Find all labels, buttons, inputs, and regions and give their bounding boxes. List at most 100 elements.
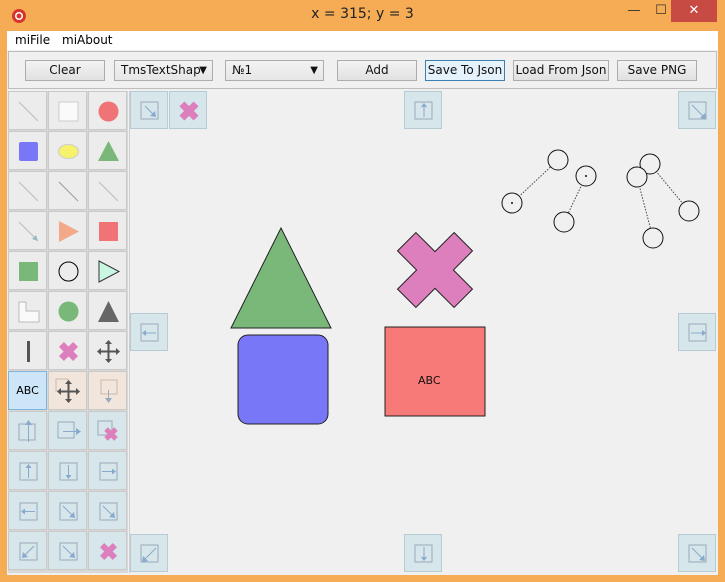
palette-teal-cross[interactable] [88, 411, 127, 450]
green-square-icon [19, 262, 38, 281]
arrow-right-icon [57, 421, 81, 439]
palette-arrow-line[interactable] [8, 211, 47, 250]
line-icon [18, 181, 39, 202]
palette-green-square[interactable] [8, 251, 47, 290]
shape-palette: ABC [8, 91, 128, 573]
load-from-json-button[interactable]: Load From Json [513, 60, 609, 81]
green-triangle-icon [98, 141, 119, 161]
palette-teal-up[interactable] [8, 411, 47, 450]
gray-triangle-icon [98, 301, 119, 322]
blue-rounded-rect-shape[interactable] [237, 334, 329, 425]
palette-corner-shape[interactable] [8, 291, 47, 330]
client-area: miFile miAbout Clear TmsTextShap ▼ №1 ▼ Ad… [7, 31, 718, 575]
node-graph-right[interactable] [626, 153, 700, 249]
shape-number-value: №1 [232, 63, 253, 77]
palette-teal-right[interactable] [48, 411, 87, 450]
chevron-down-icon: ▼ [310, 65, 318, 76]
arrow-left-icon [140, 323, 159, 342]
line-icon [58, 181, 79, 202]
palette-teal-left[interactable] [8, 491, 47, 530]
arrow-down-icon [59, 462, 78, 481]
palette-line-4[interactable] [88, 171, 127, 210]
handle-bottom-left[interactable] [130, 534, 168, 572]
palette-teal-down[interactable] [48, 451, 87, 490]
shape-number-select[interactable]: №1 ▼ [225, 60, 324, 81]
palette-circle[interactable] [48, 251, 87, 290]
menu-bar: miFile miAbout [7, 31, 718, 50]
palette-teal-up-2[interactable] [8, 451, 47, 490]
rect-text-label: ABC [418, 374, 441, 387]
save-png-button[interactable]: Save PNG [617, 60, 697, 81]
palette-green-triangle[interactable] [88, 131, 127, 170]
arrow-down-icon [414, 544, 433, 563]
blue-square-icon [19, 142, 38, 161]
yellow-ellipse-icon [58, 144, 79, 159]
palette-teal-pink-cross[interactable] [88, 531, 127, 570]
handle-middle-right[interactable] [678, 313, 716, 351]
line-icon [98, 181, 119, 202]
palette-empty-square[interactable] [48, 91, 87, 130]
palette-vertical-bar[interactable] [8, 331, 47, 370]
drawing-canvas[interactable]: ABC [129, 91, 717, 573]
palette-line[interactable] [8, 91, 47, 130]
green-triangle-shape[interactable] [230, 226, 332, 329]
palette-salmon-triangle[interactable] [48, 211, 87, 250]
canvas-shapes [230, 149, 700, 425]
save-to-json-button[interactable]: Save To Json [425, 60, 505, 81]
palette-teal-diag-left[interactable] [8, 531, 47, 570]
handle-bottom-right[interactable] [678, 534, 716, 572]
palette-move-tan[interactable] [48, 371, 87, 410]
minimize-button[interactable]: — [620, 0, 648, 22]
palette-red-square[interactable] [88, 211, 127, 250]
arrow-up-icon [414, 101, 433, 120]
title-bar: x = 315; y = 3 — ☐ ✕ [0, 0, 725, 31]
palette-cyan-triangle[interactable] [88, 251, 127, 290]
close-button[interactable]: ✕ [671, 0, 717, 22]
node-graph-left[interactable] [501, 149, 597, 233]
arrow-diagonal-icon [19, 542, 38, 561]
square-outline-icon [58, 101, 79, 122]
palette-line-2[interactable] [8, 171, 47, 210]
palette-red-circle[interactable] [88, 91, 127, 130]
handle-top-left[interactable] [130, 91, 168, 129]
palette-green-circle[interactable] [48, 291, 87, 330]
shape-class-select[interactable]: TmsTextShap ▼ [114, 60, 213, 81]
text-tool-label: ABC [16, 384, 39, 397]
resize-diagonal-icon [688, 101, 707, 120]
handle-top-right[interactable] [678, 91, 716, 129]
menu-about[interactable]: miAbout [62, 33, 113, 47]
red-rect-shape[interactable] [384, 326, 486, 417]
shape-class-value: TmsTextShap [121, 63, 201, 77]
arrow-diagonal-icon [59, 502, 78, 521]
window-title: x = 315; y = 3 [311, 6, 414, 22]
pink-cross-shape[interactable] [378, 213, 491, 326]
palette-teal-diag-right[interactable] [48, 531, 87, 570]
palette-teal-diag-2[interactable] [88, 491, 127, 530]
resize-diagonal-icon [688, 544, 707, 563]
arrow-up-icon [18, 420, 36, 442]
move-arrows-icon [97, 340, 120, 363]
palette-gray-triangle[interactable] [88, 291, 127, 330]
palette-teal-diag[interactable] [48, 491, 87, 530]
add-button[interactable]: Add [337, 60, 417, 81]
green-circle-icon [58, 301, 79, 322]
palette-teal-right-2[interactable] [88, 451, 127, 490]
handle-bottom-center[interactable] [404, 534, 442, 572]
handle-top-center[interactable] [404, 91, 442, 129]
clear-button[interactable]: Clear [25, 60, 105, 81]
palette-tan-arrow[interactable] [88, 371, 127, 410]
handle-delete[interactable] [169, 91, 207, 129]
circle-outline-icon [58, 261, 79, 282]
red-circle-icon [98, 101, 119, 122]
pink-cross-icon [58, 341, 79, 362]
handle-middle-left[interactable] [130, 313, 168, 351]
menu-file[interactable]: miFile [15, 33, 50, 47]
palette-blue-square[interactable] [8, 131, 47, 170]
red-square-icon [99, 222, 118, 241]
arrow-right-icon [99, 462, 118, 481]
palette-text[interactable]: ABC [8, 371, 47, 410]
palette-yellow-ellipse[interactable] [48, 131, 87, 170]
palette-line-3[interactable] [48, 171, 87, 210]
palette-pink-cross[interactable] [48, 331, 87, 370]
palette-move[interactable] [88, 331, 127, 370]
